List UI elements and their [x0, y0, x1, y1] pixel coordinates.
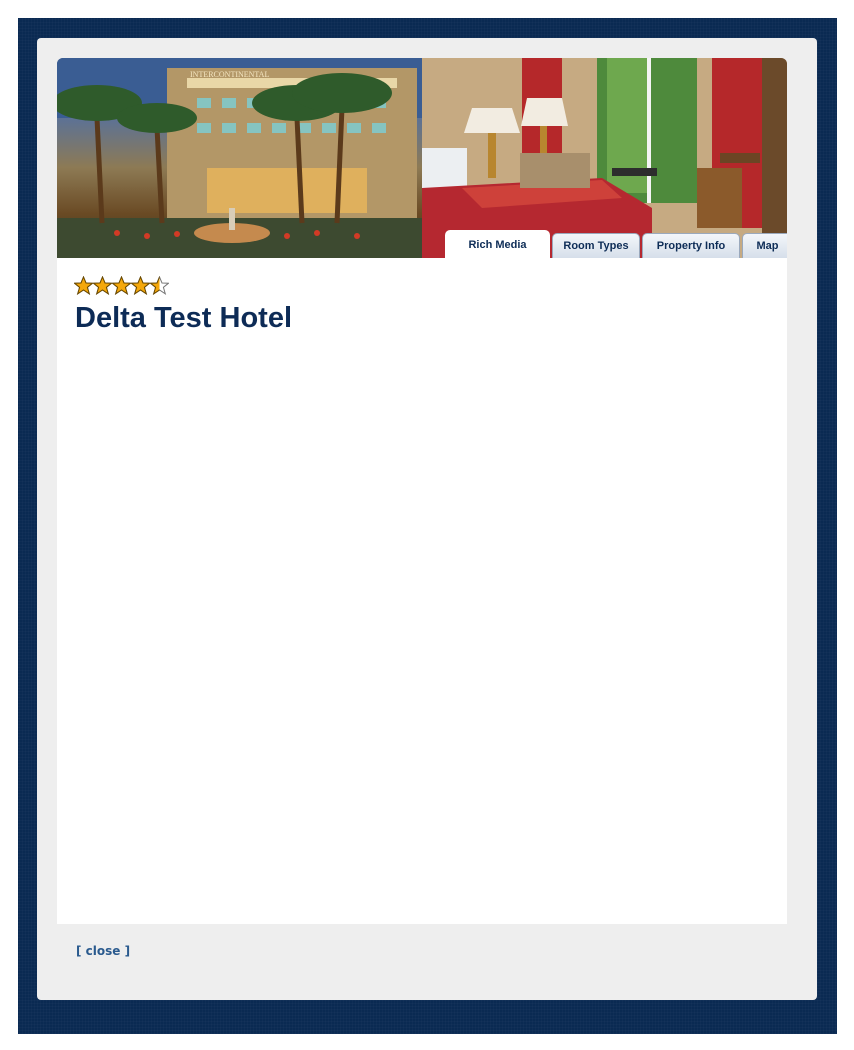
star-rating — [74, 276, 169, 296]
star-icon — [131, 276, 150, 295]
tab-rich-media[interactable]: Rich Media — [445, 230, 550, 258]
hotel-exterior-photo: INTERCONTINENTAL — [57, 58, 422, 258]
hotel-room-photo — [422, 58, 787, 258]
tab-property-info[interactable]: Property Info — [642, 233, 740, 258]
star-icon — [112, 276, 131, 295]
tab-map[interactable]: Map — [742, 233, 787, 258]
building-sign: INTERCONTINENTAL — [190, 70, 269, 79]
star-icon — [74, 276, 93, 295]
close-link[interactable]: [ close ] — [76, 944, 130, 958]
hotel-tabs: Rich Media Room Types Property Info Map — [445, 230, 787, 258]
hotel-photo-banner: INTERCONTINENTAL Rich Media Room Types P… — [57, 58, 787, 258]
tab-room-types[interactable]: Room Types — [552, 233, 640, 258]
hotel-exterior-illustration: INTERCONTINENTAL — [57, 58, 422, 258]
star-icon — [150, 276, 169, 295]
hotel-name-title: Delta Test Hotel — [75, 302, 293, 334]
star-icon — [93, 276, 112, 295]
hotel-room-illustration — [422, 58, 787, 258]
hotel-details-card: INTERCONTINENTAL Rich Media Room Types P… — [57, 58, 787, 924]
